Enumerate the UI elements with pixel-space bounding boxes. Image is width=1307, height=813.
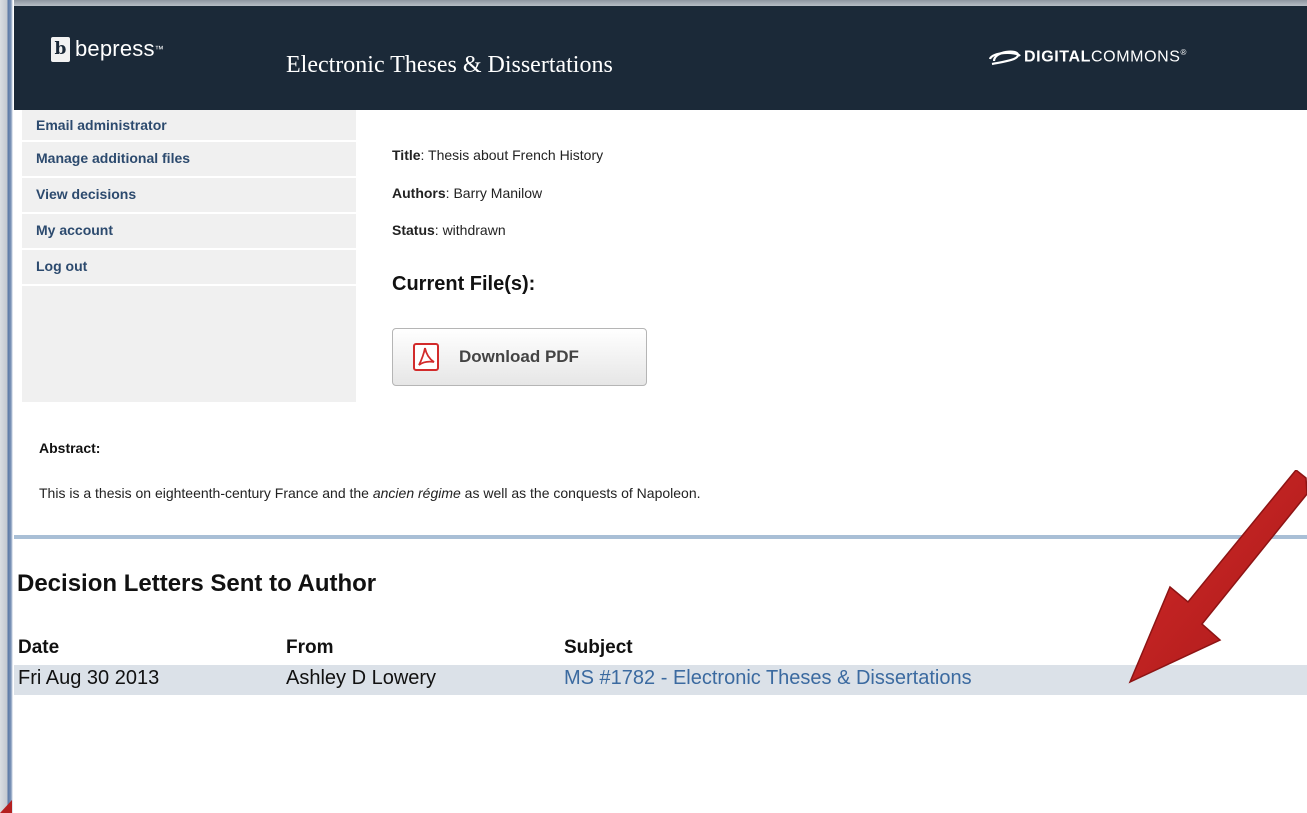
authors-label: Authors [392,185,446,201]
column-header-from: From [286,637,334,658]
bepress-logo-text: bepress [75,36,155,61]
abstract-text-after: as well as the conquests of Napoleon. [460,485,701,501]
decision-letters-heading: Decision Letters Sent to Author [17,570,377,597]
abstract-text: This is a thesis on eighteenth-century F… [39,485,701,501]
digital-commons-bold: DIGITAL [1024,48,1092,66]
abstract-text-before: This is a thesis on eighteenth-century F… [39,485,373,501]
letter-date: Fri Aug 30 2013 [18,667,160,689]
digital-commons-rest: COMMONS [1091,48,1181,66]
current-files-heading: Current File(s): [392,273,536,295]
site-title: Electronic Theses & Dissertations [286,52,613,78]
title-value: : Thesis about French History [420,147,604,163]
authors-value: : Barry Manilow [445,185,543,201]
letter-subject-link[interactable]: MS #1782 - Electronic Theses & Dissertat… [564,667,972,690]
digital-commons-logo[interactable]: DIGITALCOMMONS® [988,46,1187,68]
title-field: Title: Thesis about French History [392,147,603,163]
table-header-row: Date From Subject [14,635,1307,665]
bepress-logo[interactable]: b bepress ™ [51,36,164,62]
download-pdf-label: Download PDF [459,347,579,366]
sidebar-item-view-decisions[interactable]: View decisions [22,178,356,214]
red-arrow-icon [1128,470,1307,684]
column-header-date: Date [18,637,60,658]
bepress-logo-mark: b [51,36,70,62]
bepress-logo-tm: ™ [154,44,164,54]
title-label: Title [392,147,421,163]
sidebar-item-email-administrator[interactable]: Email administrator [22,110,356,142]
site-header: b bepress ™ Electronic Theses & Dissertat… [14,6,1307,110]
letter-from: Ashley D Lowery [286,667,437,689]
abstract-text-italic: ancien régime [372,485,461,501]
status-value: : withdrawn [434,222,506,238]
section-divider [14,535,1307,539]
pdf-icon [413,343,439,371]
status-label: Status [392,222,435,238]
digital-commons-mark: ® [1180,47,1188,57]
sidebar-item-manage-additional-files[interactable]: Manage additional files [22,142,356,178]
window-frame-left [0,0,14,813]
authors-field: Authors: Barry Manilow [392,185,542,201]
sidebar-item-my-account[interactable]: My account [22,214,356,250]
abstract-label: Abstract: [39,440,101,456]
sidebar-nav: Email administrator Manage additional fi… [22,110,356,402]
status-field: Status: withdrawn [392,222,506,238]
digital-commons-swoosh-icon [988,50,1021,66]
download-pdf-button[interactable]: Download PDF [392,328,647,386]
sidebar-item-log-out[interactable]: Log out [22,250,356,286]
table-row: Fri Aug 30 2013 Ashley D Lowery MS #1782… [14,665,1307,695]
decision-letters-table: Date From Subject Fri Aug 30 2013 Ashley… [14,635,1307,695]
column-header-subject: Subject [564,637,633,658]
